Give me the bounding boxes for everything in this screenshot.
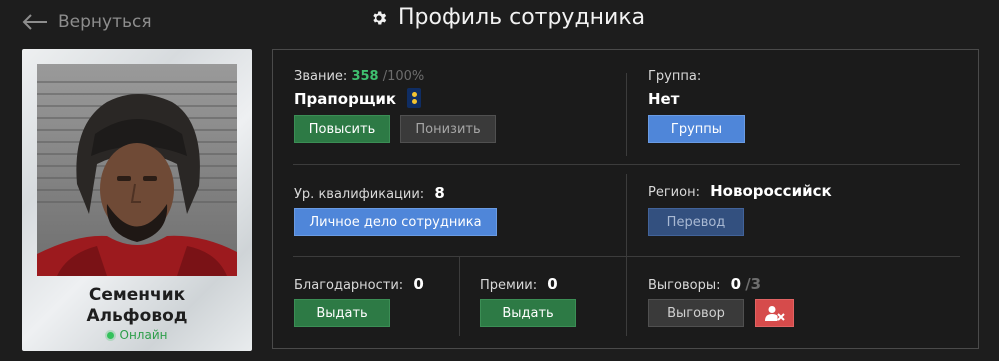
reprimand-button[interactable]: Выговор [648,299,744,327]
reprimands-value: 0 [730,275,742,293]
region-label: Регион: [648,185,700,200]
reprimands-row: Выговоры: 0 /3 [648,275,761,293]
employee-card: Семенчик Альфовод Онлайн [22,49,252,351]
give-bonus-button[interactable]: Выдать [480,299,576,327]
qualification-row: Ур. квалификации: 8 [294,184,445,202]
personal-file-button[interactable]: Личное дело сотрудника [294,208,497,236]
employee-info-panel: Звание: 358 /100% Прапорщик Повысить Пон… [272,49,979,349]
thanks-row: Благодарности: 0 [294,275,424,293]
groups-button[interactable]: Группы [648,115,745,143]
transfer-button[interactable]: Перевод [648,208,744,236]
divider [459,256,460,336]
rank-points-max: /100% [382,69,425,84]
shoulder-strap-icon [407,88,421,108]
give-thanks-button[interactable]: Выдать [294,299,390,327]
employee-first-name: Семенчик [88,285,186,305]
qualification-value: 8 [434,184,445,202]
divider [626,256,627,336]
thanks-label: Благодарности: [294,278,404,293]
thanks-value: 0 [413,275,424,293]
divider [293,164,960,165]
remove-reprimand-button[interactable] [755,299,794,327]
bonuses-label: Премии: [480,278,538,293]
reprimands-max: /3 [745,275,762,293]
online-dot-icon [106,331,114,339]
remove-user-icon [764,306,785,321]
group-value: Нет [648,90,680,108]
rank-name: Прапорщик [294,90,397,108]
rank-label: Звание: [294,69,348,84]
back-arrow-icon [22,14,47,30]
page-title: Профиль сотрудника [370,5,645,30]
promote-button[interactable]: Повысить [294,115,390,143]
divider [626,73,627,156]
region-value: Новороссийск [710,182,832,200]
back-label: Вернуться [58,12,152,32]
region-row: Регион: Новороссийск [648,182,832,200]
bonuses-value: 0 [547,275,558,293]
divider [626,174,627,256]
employee-name: Семенчик Альфовод [22,285,252,327]
bonuses-row: Премии: 0 [480,275,558,293]
rank-points: 358 [351,69,379,84]
reprimands-label: Выговоры: [648,278,721,293]
rank-label-row: Звание: 358 /100% [294,69,424,84]
group-label: Группа: [648,69,702,84]
gear-icon [373,11,387,24]
online-status-label: Онлайн [119,328,168,342]
qualification-label: Ур. квалификации: [294,187,425,202]
employee-last-name: Альфовод [86,306,188,326]
page-title-text: Профиль сотрудника [398,5,646,30]
demote-button[interactable]: Понизить [400,115,496,143]
online-status: Онлайн [22,328,252,342]
employee-photo [37,64,237,276]
back-button[interactable]: Вернуться [22,10,152,34]
